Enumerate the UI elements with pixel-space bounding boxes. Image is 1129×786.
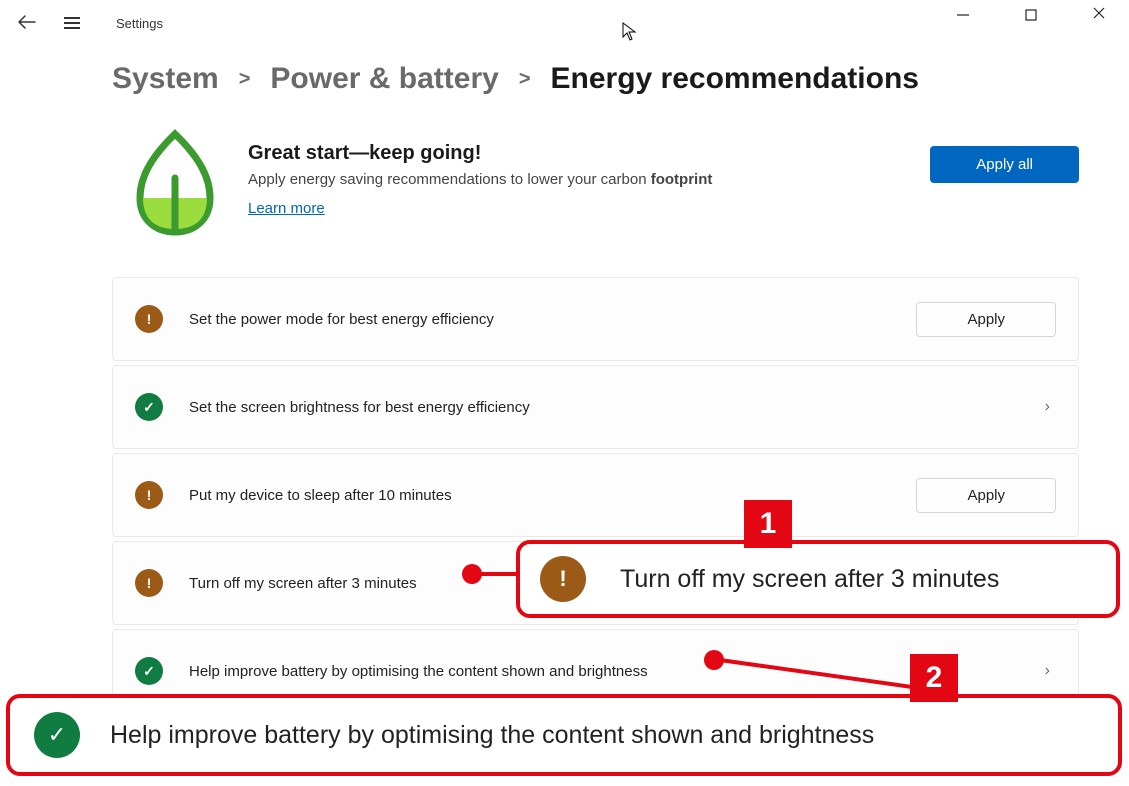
breadcrumb-energy-recommendations: Energy recommendations bbox=[551, 62, 919, 96]
apply-button[interactable]: Apply bbox=[916, 302, 1056, 337]
hero-subtitle: Apply energy saving recommendations to l… bbox=[248, 171, 902, 188]
warning-icon: ! bbox=[135, 569, 163, 597]
titlebar-left: Settings bbox=[18, 13, 163, 34]
cursor-icon bbox=[622, 22, 638, 47]
annotation-dot bbox=[704, 650, 724, 670]
leaf-icon bbox=[130, 128, 220, 243]
hero-text: Great start—keep going! Apply energy sav… bbox=[248, 128, 902, 218]
recommendation-row[interactable]: ! Put my device to sleep after 10 minute… bbox=[112, 453, 1079, 537]
annotation-text: Turn off my screen after 3 minutes bbox=[620, 565, 999, 594]
annotation-line bbox=[480, 572, 520, 576]
chevron-right-icon: › bbox=[1045, 662, 1056, 680]
check-icon: ✓ bbox=[135, 657, 163, 685]
annotation-callout-1: 1 ! Turn off my screen after 3 minutes bbox=[516, 540, 1120, 618]
hero-subtitle-bold: footprint bbox=[651, 171, 713, 188]
recommendation-label: Put my device to sleep after 10 minutes bbox=[189, 487, 916, 504]
hero-section: Great start—keep going! Apply energy sav… bbox=[0, 118, 1129, 277]
recommendation-list: ! Set the power mode for best energy eff… bbox=[0, 277, 1129, 713]
minimize-button[interactable] bbox=[943, 8, 983, 22]
check-icon: ✓ bbox=[135, 393, 163, 421]
chevron-right-icon: > bbox=[519, 68, 531, 91]
recommendation-row[interactable]: ! Set the power mode for best energy eff… bbox=[112, 277, 1079, 361]
annotation-dot bbox=[462, 564, 482, 584]
annotation-number-badge: 1 bbox=[744, 500, 792, 548]
breadcrumb-system[interactable]: System bbox=[112, 62, 219, 96]
learn-more-link[interactable]: Learn more bbox=[248, 200, 325, 217]
warning-icon: ! bbox=[135, 481, 163, 509]
hero-title: Great start—keep going! bbox=[248, 142, 902, 165]
warning-icon: ! bbox=[540, 556, 586, 602]
chevron-right-icon: › bbox=[1045, 398, 1056, 416]
back-icon[interactable] bbox=[18, 13, 36, 34]
annotation-callout-2: 2 ✓ Help improve battery by optimising t… bbox=[6, 694, 1122, 776]
window-controls bbox=[943, 4, 1119, 25]
chevron-right-icon: > bbox=[239, 68, 251, 91]
annotation-number-badge: 2 bbox=[910, 654, 958, 702]
warning-icon: ! bbox=[135, 305, 163, 333]
recommendation-label: Set the screen brightness for best energ… bbox=[189, 399, 1045, 416]
apply-button[interactable]: Apply bbox=[916, 478, 1056, 513]
breadcrumb-power-battery[interactable]: Power & battery bbox=[270, 62, 498, 96]
apply-all-button[interactable]: Apply all bbox=[930, 146, 1079, 183]
annotation-text: Help improve battery by optimising the c… bbox=[110, 721, 874, 750]
maximize-button[interactable] bbox=[1011, 9, 1051, 21]
hamburger-icon[interactable] bbox=[64, 17, 80, 29]
hero-subtitle-prefix: Apply energy saving recommendations to l… bbox=[248, 171, 651, 188]
app-title: Settings bbox=[116, 16, 163, 31]
recommendation-label: Set the power mode for best energy effic… bbox=[189, 311, 916, 328]
check-icon: ✓ bbox=[34, 712, 80, 758]
close-button[interactable] bbox=[1079, 4, 1119, 25]
titlebar: Settings bbox=[0, 0, 1129, 46]
recommendation-row[interactable]: ✓ Set the screen brightness for best ene… bbox=[112, 365, 1079, 449]
breadcrumb: System > Power & battery > Energy recomm… bbox=[0, 46, 1129, 118]
